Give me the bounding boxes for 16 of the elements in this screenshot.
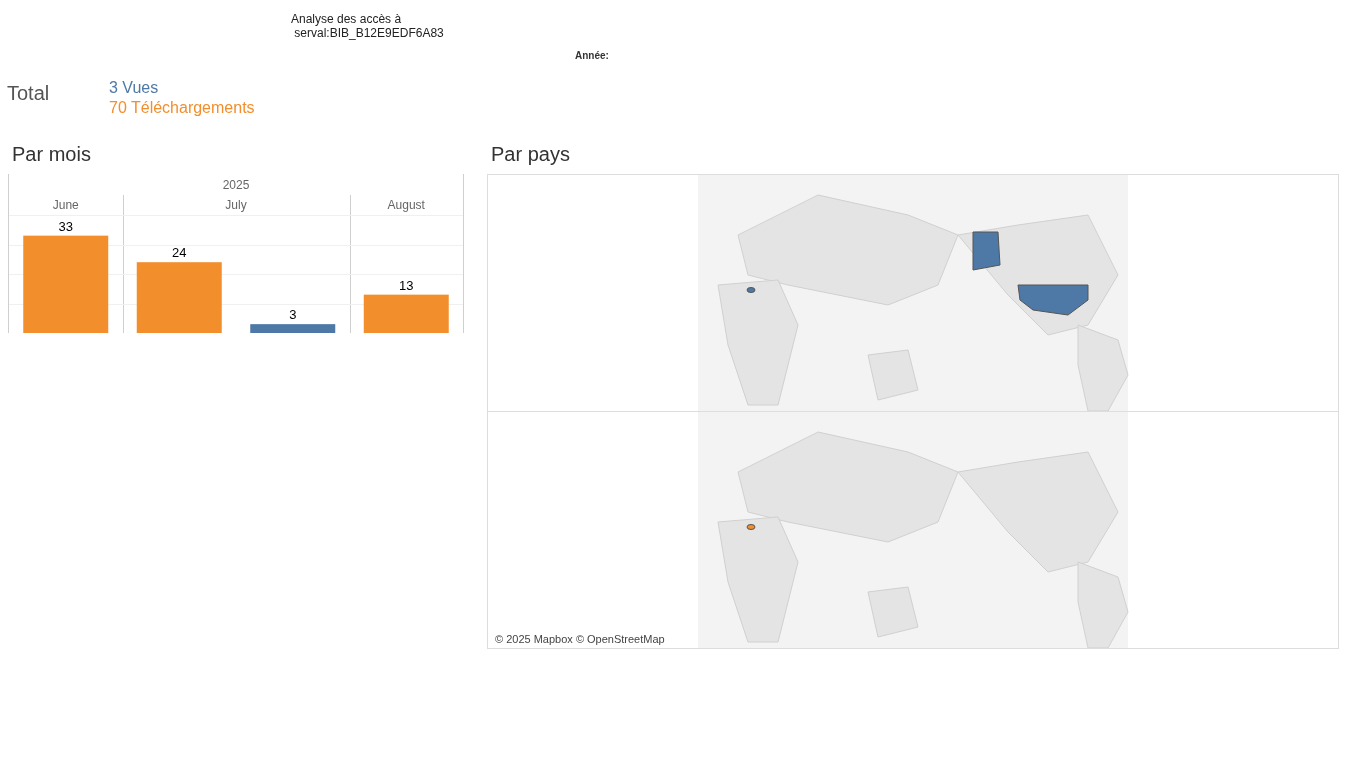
month-header: June bbox=[52, 198, 79, 212]
section-heading: Par mois bbox=[12, 143, 91, 166]
bar-value-label: 3 bbox=[289, 307, 297, 323]
section-heading: Par pays bbox=[491, 143, 570, 166]
downloads-total: 70 Téléchargements bbox=[109, 98, 255, 118]
bar-value-label: 33 bbox=[58, 218, 73, 234]
total-label: Total bbox=[7, 82, 51, 105]
report-title: Analyse des accès à serval:BIB_B12E9EDF6A83 bbox=[291, 12, 444, 40]
month-header: July bbox=[225, 198, 247, 212]
month-header: August bbox=[387, 198, 425, 212]
year-header: 2025 bbox=[222, 177, 250, 192]
bar-value-label: 13 bbox=[399, 277, 414, 293]
year-filter-label: Année: bbox=[575, 50, 609, 61]
views-total: 3 Vues bbox=[109, 78, 159, 98]
bar-value-label: 24 bbox=[172, 245, 187, 261]
map-attribution: © 2025 Mapbox © OpenStreetMap bbox=[495, 633, 665, 645]
